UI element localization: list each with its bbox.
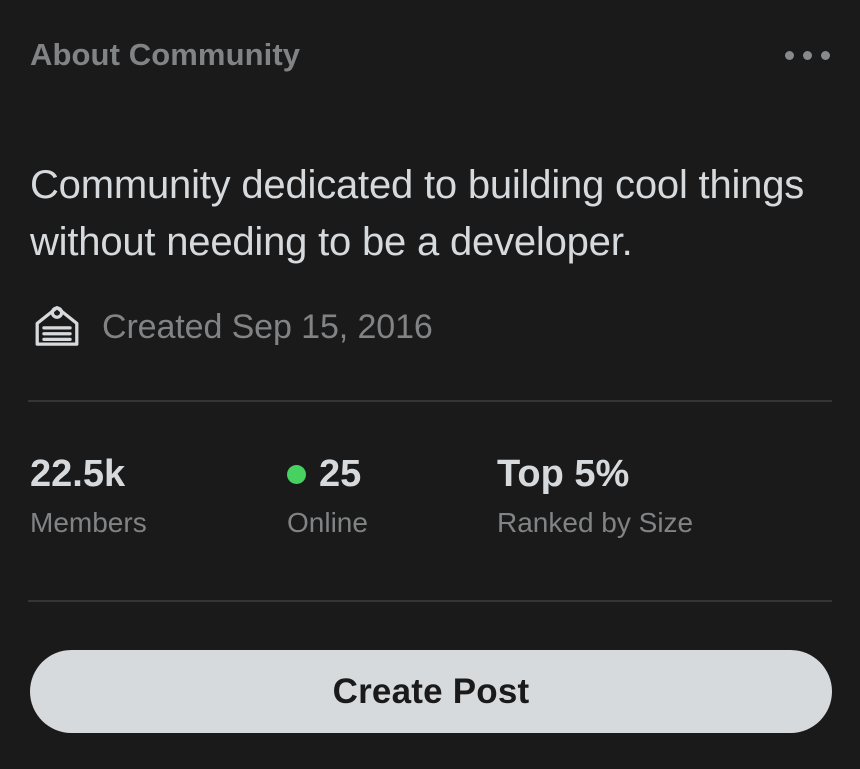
create-post-button[interactable]: Create Post <box>30 650 832 733</box>
kebab-dot-1 <box>785 50 794 60</box>
stat-online-value: 25 <box>319 453 362 495</box>
online-status-dot-icon <box>287 464 306 484</box>
created-row: Created Sep 15, 2016 <box>30 298 433 356</box>
card-header: About Community <box>30 28 832 82</box>
kebab-menu-icon[interactable] <box>783 45 832 66</box>
stat-online-label: Online <box>287 507 368 538</box>
stat-members-value: 22.5k <box>30 453 126 495</box>
cake-icon <box>35 306 79 346</box>
kebab-dot-3 <box>821 50 830 60</box>
kebab-dot-2 <box>803 50 812 60</box>
stat-members-label: Members <box>30 507 147 538</box>
created-date-text: Created Sep 15, 2016 <box>102 307 433 346</box>
page-title: About Community <box>30 37 301 72</box>
stat-rank-label: Ranked by Size <box>497 507 694 538</box>
divider-bottom <box>28 600 832 602</box>
stat-rank-value-row: Top 5% <box>497 452 693 496</box>
stat-rank-value: Top 5% <box>497 453 630 495</box>
community-stats: 22.5k Members 25 Online Top 5% Ranked by… <box>30 452 832 560</box>
stat-rank: Top 5% Ranked by Size <box>497 452 693 539</box>
divider-top <box>28 400 832 402</box>
stat-online: 25 Online <box>287 452 368 539</box>
about-community-card: About Community Community dedicated to b… <box>0 0 860 769</box>
stat-members: 22.5k Members <box>30 452 147 539</box>
stat-online-value-row: 25 <box>287 452 368 496</box>
stat-members-value-row: 22.5k <box>30 452 147 496</box>
community-description: Community dedicated to building cool thi… <box>30 163 805 264</box>
